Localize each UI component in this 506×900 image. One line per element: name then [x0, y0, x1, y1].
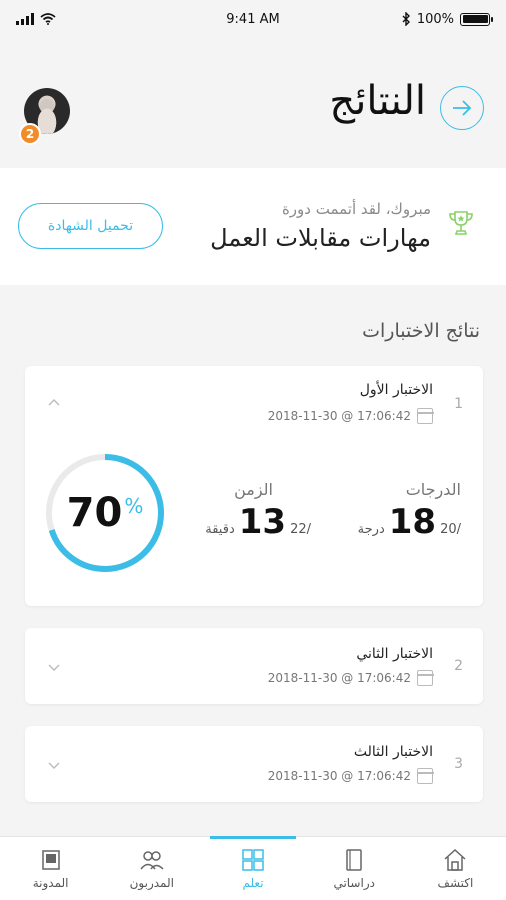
tab-label: تعلم — [242, 875, 264, 890]
battery-percent: 100% — [416, 11, 454, 27]
page-title: النتائج — [329, 78, 426, 124]
tab-label: المدربون — [129, 875, 174, 890]
tab-learn[interactable]: تعلم — [202, 836, 303, 900]
test-card-3[interactable]: 3 الاختبار الثالث 2018-11-30 @ 17:06:42 — [25, 726, 483, 802]
status-right: 100% — [401, 11, 493, 27]
test-number: 2 — [454, 658, 463, 674]
tab-label: المدونة — [32, 875, 69, 890]
test-name: الاختبار الثالث — [353, 744, 433, 760]
tab-label: اكتشف — [437, 875, 474, 890]
trophy-icon — [449, 211, 473, 235]
grades-max: 20/ — [440, 522, 461, 537]
back-button[interactable] — [440, 86, 484, 130]
studies-icon — [346, 848, 362, 871]
test-name: الاختبار الأول — [359, 382, 433, 398]
wifi-icon — [40, 13, 56, 25]
grades-value: 18 — [388, 502, 437, 542]
trainers-icon — [140, 850, 164, 870]
tab-label: دراساتي — [333, 875, 375, 890]
chevron-down-icon[interactable] — [47, 758, 61, 772]
score-value: 70 — [66, 490, 123, 536]
test-card-1[interactable]: 1 الاختبار الأول 2018-11-30 @ 17:06:42 7… — [25, 366, 483, 606]
time-unit: دقيقة — [205, 522, 235, 537]
bluetooth-icon — [402, 12, 410, 26]
time-max: 22/ — [290, 522, 311, 537]
tab-trainers[interactable]: المدربون — [101, 837, 202, 900]
time-value: 13 — [238, 502, 287, 542]
notification-badge: 2 — [19, 123, 41, 145]
course-title: مهارات مقابلات العمل — [210, 224, 431, 252]
grades-unit: درجة — [357, 522, 385, 537]
congrats-subtitle: مبروك، لقد أتممت دورة — [281, 200, 431, 218]
score-unit: % — [124, 494, 144, 518]
status-left — [16, 13, 56, 25]
grades-label: الدرجات — [405, 480, 461, 499]
tab-studies[interactable]: دراساتي — [304, 837, 405, 900]
arrow-right-icon — [453, 100, 472, 116]
score-percent: 70 % — [43, 451, 167, 575]
status-bar: 9:41 AM 100% — [0, 0, 506, 38]
calendar-icon — [416, 670, 434, 686]
test-date: 2018-11-30 @ 17:06:42 — [267, 409, 411, 423]
time-label: الزمن — [234, 480, 273, 499]
signal-icon — [16, 13, 34, 25]
section-title: نتائج الاختبارات — [362, 320, 480, 342]
tab-blog[interactable]: المدونة — [0, 837, 101, 900]
test-name: الاختبار الثاني — [356, 646, 433, 662]
chevron-up-icon[interactable] — [47, 396, 61, 410]
chevron-down-icon[interactable] — [47, 660, 61, 674]
congrats-card: مبروك، لقد أتممت دورة مهارات مقابلات الع… — [0, 168, 506, 285]
test-number: 3 — [454, 756, 463, 772]
calendar-icon — [416, 768, 434, 784]
test-card-2[interactable]: 2 الاختبار الثاني 2018-11-30 @ 17:06:42 — [25, 628, 483, 704]
battery-icon — [460, 12, 493, 26]
tab-discover[interactable]: اكتشف — [405, 837, 506, 900]
test-date: 2018-11-30 @ 17:06:42 — [267, 769, 411, 783]
grades-stat: درجة 18 20/ — [358, 502, 461, 542]
test-number: 1 — [454, 396, 463, 412]
download-certificate-button[interactable]: تحميل الشهادة — [18, 203, 163, 249]
test-date: 2018-11-30 @ 17:06:42 — [267, 671, 411, 685]
calendar-icon — [416, 408, 434, 424]
home-icon — [444, 848, 466, 871]
tab-bar: المدونة المدربون تعلم دراساتي اكتشف — [0, 836, 506, 900]
time-stat: دقيقة 13 22/ — [205, 502, 311, 542]
header: النتائج 2 — [0, 38, 506, 168]
blog-icon — [41, 849, 60, 870]
learn-icon — [242, 848, 264, 871]
